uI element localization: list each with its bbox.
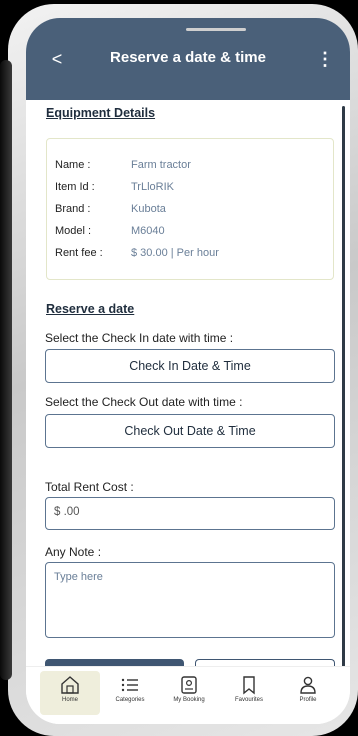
checkout-date-button[interactable]: Check Out Date & Time [45,414,335,448]
detail-value: Farm tractor [131,159,191,171]
detail-label: Item Id : [55,181,95,193]
nav-item-profile[interactable]: Profile [278,671,338,715]
notch-indicator [186,28,246,31]
detail-label: Model : [55,225,92,237]
phone-side-edge [0,60,12,680]
nav-label: Home [61,697,78,703]
page-title: Reserve a date & time [110,49,266,66]
home-icon [61,676,79,694]
booking-icon [181,676,197,694]
any-note-label: Any Note : [45,545,102,559]
checkin-label: Select the Check In date with time : [45,331,234,345]
detail-value: TrLloRIK [131,181,174,193]
nav-label: Categories [115,697,145,703]
nav-label: My Booking [173,697,205,703]
nav-item-categories[interactable]: Categories [100,671,160,715]
user-icon [300,676,316,694]
detail-label: Brand : [55,203,91,215]
detail-label: Rent fee : [55,247,103,259]
checkin-date-button[interactable]: Check In Date & Time [45,349,335,383]
total-rent-cost-label: Total Rent Cost : [45,480,134,494]
total-rent-cost-field[interactable]: $ .00 [45,497,335,530]
app-bar: < Reserve a date & time ⋮ [26,18,350,100]
equipment-details-heading: Equipment Details [46,106,156,120]
phone-screen: < Reserve a date & time ⋮ Equipment Deta… [26,18,350,724]
nav-item-favourites[interactable]: Favourites [219,671,279,715]
detail-value: M6040 [131,225,165,237]
nav-label: Favourites [234,697,263,703]
nav-item-home[interactable]: Home [40,671,100,715]
detail-value: Kubota [131,203,166,215]
nav-label: Profile [299,697,317,703]
chevron-left-icon[interactable]: < [46,48,68,70]
reserve-date-heading: Reserve a date [46,302,135,316]
bookmark-icon [243,676,255,695]
nav-item-my-booking[interactable]: My Booking [159,671,219,715]
more-vertical-icon[interactable]: ⋮ [316,48,334,70]
list-icon [121,678,138,692]
checkout-label: Select the Check Out date with time : [45,395,243,409]
bottom-nav: Home Categories My Booking Favourites Pr… [26,666,350,724]
equipment-details-card: Name : Farm tractor Item Id : TrLloRIK B… [46,138,334,280]
note-textarea[interactable]: Type here [45,562,335,638]
detail-label: Name : [55,159,91,171]
detail-value: $ 30.00 | Per hour [131,247,219,259]
scrollbar[interactable] [342,106,345,676]
